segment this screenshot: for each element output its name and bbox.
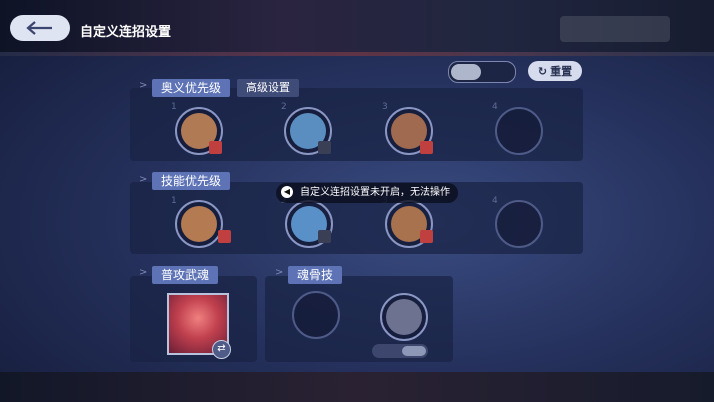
tab-advanced-settings[interactable]: 高级设置 — [237, 79, 299, 97]
back-arrow-icon — [26, 21, 52, 35]
slot-number: 2 — [281, 102, 287, 112]
skill-slot-4[interactable] — [495, 200, 543, 248]
tab-skill-priority: 技能优先级 — [152, 172, 231, 190]
ultimate-slot-4[interactable] — [495, 107, 543, 155]
chevron-icon: > — [139, 174, 148, 185]
slot-number: 4 — [492, 196, 498, 206]
element-badge-icon — [209, 141, 222, 154]
skill-slot-1[interactable] — [175, 200, 223, 248]
slot-number: 3 — [382, 102, 388, 112]
soul-bone-slot-1[interactable] — [380, 293, 428, 341]
element-badge-icon — [420, 141, 433, 154]
soul-bone-toggle[interactable] — [372, 344, 428, 358]
chevron-icon: > — [139, 267, 148, 278]
soul-bone-slot-empty[interactable] — [292, 291, 340, 339]
tab-soul-bone: 魂骨技 — [288, 266, 343, 284]
top-bar: 自定义连招设置 — [0, 0, 714, 56]
tab-ultimate-priority: 奥义优先级 — [152, 79, 231, 97]
tab-martial-soul: 普攻武魂 — [152, 266, 219, 284]
page-title: 自定义连招设置 — [80, 25, 172, 40]
element-badge-icon — [420, 230, 433, 243]
element-badge-icon — [218, 230, 231, 243]
reset-button[interactable]: ↻ 重置 — [528, 61, 582, 81]
element-badge-icon — [318, 141, 331, 154]
element-badge-icon — [318, 230, 331, 243]
reset-label: 重置 — [550, 65, 573, 78]
speaker-icon: ◀ — [281, 186, 293, 198]
reset-icon: ↻ — [537, 64, 548, 78]
bottom-bar — [0, 372, 714, 402]
disabled-toast: ◀ 自定义连招设置未开启，无法操作 — [276, 183, 458, 203]
combo-toggle[interactable] — [448, 61, 516, 83]
toast-text: 自定义连招设置未开启，无法操作 — [300, 187, 450, 198]
skill-art — [181, 206, 217, 242]
slot-number: 4 — [492, 102, 498, 112]
slot-number: 1 — [171, 102, 177, 112]
back-button[interactable] — [10, 15, 70, 41]
slot-number: 1 — [171, 196, 177, 206]
chevron-icon: > — [275, 267, 284, 278]
toggle-knob — [402, 346, 426, 356]
swap-icon[interactable]: ⇄ — [212, 340, 231, 359]
chevron-icon: > — [139, 80, 148, 91]
toggle-knob — [451, 64, 481, 80]
header-decoration — [560, 16, 670, 42]
skill-art — [386, 299, 422, 335]
